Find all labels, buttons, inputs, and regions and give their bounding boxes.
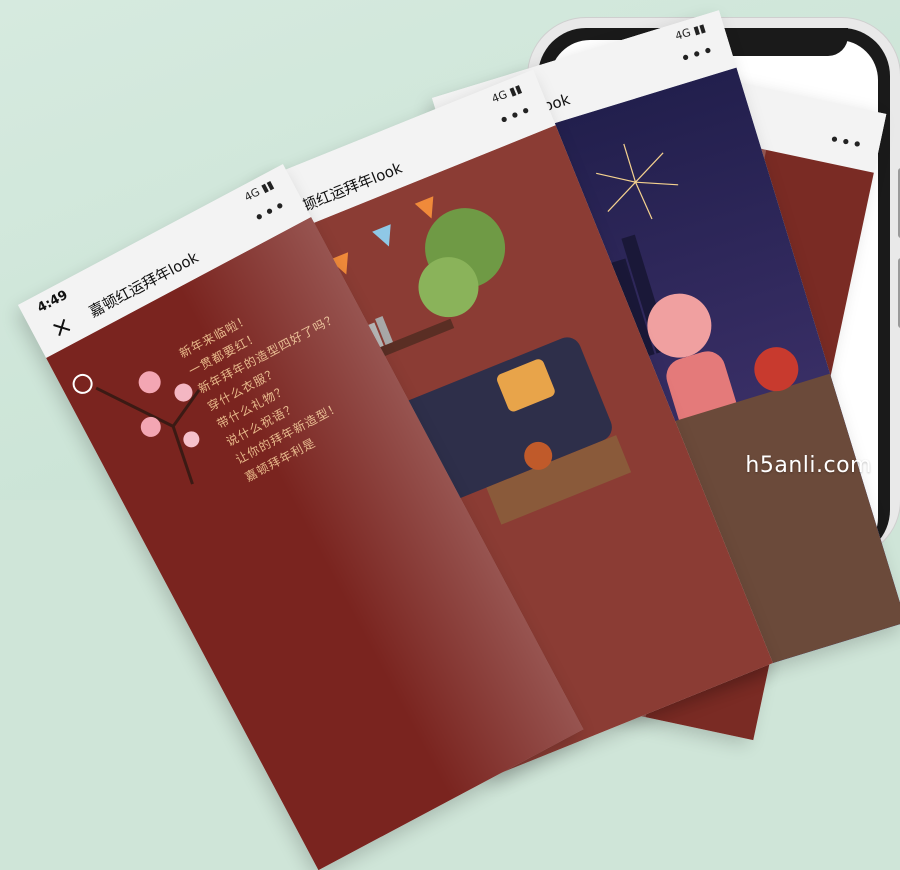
status-bar: 4G ▮▮ [489, 81, 524, 106]
status-bar: 4G ▮▮ [673, 21, 708, 43]
more-icon[interactable]: ••• [496, 100, 536, 133]
more-icon[interactable]: ••• [827, 129, 865, 157]
more-icon[interactable]: ••• [678, 40, 717, 70]
more-icon[interactable]: ••• [250, 195, 291, 230]
close-icon[interactable]: × [46, 310, 77, 344]
watermark-text: h5anli.com [745, 453, 872, 478]
